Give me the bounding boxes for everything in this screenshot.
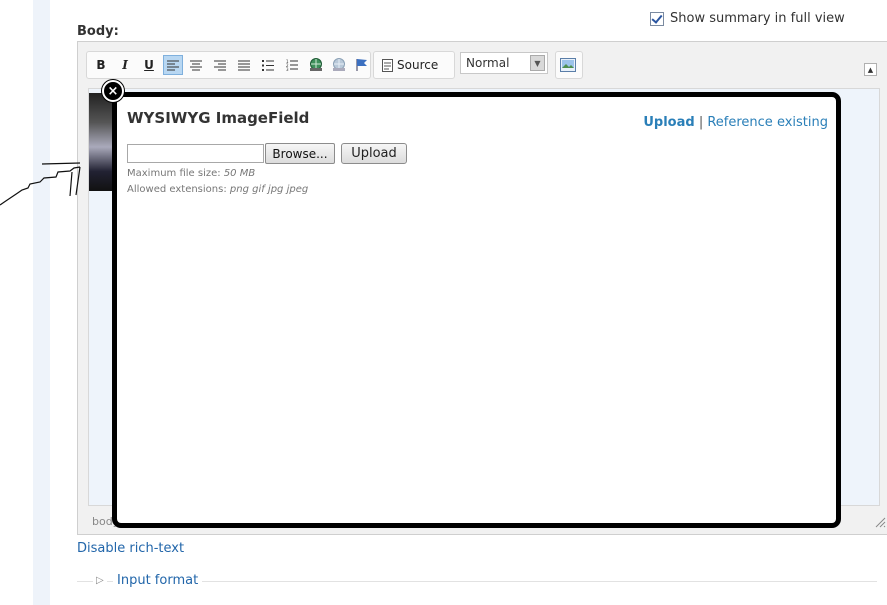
bulleted-list-icon	[262, 59, 274, 71]
max-file-size-help: Maximum file size: 50 MB	[127, 168, 255, 179]
show-summary-label: Show summary in full view	[670, 11, 845, 26]
disable-rich-text-link[interactable]: Disable rich-text	[77, 541, 184, 556]
show-summary-checkbox[interactable]	[650, 11, 664, 26]
align-left-icon	[167, 60, 179, 70]
format-value: Normal	[466, 56, 510, 70]
resize-handle-icon[interactable]	[875, 517, 886, 528]
file-upload-row: Browse... Upload	[127, 143, 407, 164]
underline-button[interactable]: U	[140, 56, 158, 74]
editor-toolbar: B I U 123 Source Normal ▼	[86, 51, 886, 79]
insert-link-button[interactable]	[307, 56, 325, 74]
max-size-value: 50 MB	[223, 168, 256, 179]
max-size-label: Maximum file size:	[127, 168, 221, 179]
source-label: Source	[397, 58, 439, 72]
anchor-button[interactable]	[353, 56, 371, 74]
close-icon: ×	[107, 83, 119, 99]
input-format-label[interactable]: Input format	[113, 573, 203, 588]
source-doc-icon	[382, 58, 393, 72]
extensions-value: png gif jpg jpeg	[229, 184, 309, 195]
numbered-list-icon: 123	[286, 59, 298, 71]
imagefield-dialog: WYSIWYG ImageField Upload | Reference ex…	[112, 92, 841, 528]
align-right-icon	[214, 60, 226, 70]
insert-image-button[interactable]	[559, 56, 577, 74]
browse-button[interactable]: Browse...	[265, 143, 335, 164]
show-summary-option[interactable]: Show summary in full view	[650, 11, 845, 26]
svg-text:3: 3	[286, 67, 289, 71]
justify-button[interactable]	[235, 56, 253, 74]
italic-button[interactable]: I	[116, 56, 134, 74]
align-center-button[interactable]	[187, 56, 205, 74]
dropdown-arrow-icon: ▼	[530, 55, 545, 71]
flag-icon	[356, 59, 367, 71]
justify-icon	[238, 60, 250, 70]
image-icon	[560, 58, 576, 72]
left-rail	[33, 0, 50, 605]
extensions-label: Allowed extensions:	[127, 184, 227, 195]
allowed-extensions-help: Allowed extensions: png gif jpg jpeg	[127, 184, 308, 195]
bold-button[interactable]: B	[92, 56, 110, 74]
input-format-fieldset[interactable]: ▷ Input format	[77, 573, 877, 588]
upload-button[interactable]: Upload	[341, 143, 407, 164]
image-group	[555, 51, 583, 79]
file-path-input[interactable]	[127, 144, 264, 163]
globe-unlink-icon	[333, 58, 345, 71]
upload-tab-link[interactable]: Upload	[643, 115, 694, 130]
dialog-mode-links: Upload | Reference existing	[643, 115, 828, 130]
align-left-button[interactable]	[163, 55, 183, 75]
tab-separator: |	[698, 115, 704, 130]
body-label: Body:	[77, 24, 119, 39]
bulleted-list-button[interactable]	[259, 56, 277, 74]
close-dialog-button[interactable]: ×	[102, 80, 124, 102]
align-right-button[interactable]	[211, 56, 229, 74]
align-center-icon	[190, 60, 202, 70]
globe-link-icon	[310, 58, 322, 71]
source-group: Source	[373, 51, 455, 79]
dialog-title: WYSIWYG ImageField	[127, 109, 310, 127]
expand-triangle-icon[interactable]: ▷	[93, 574, 107, 588]
source-button[interactable]: Source	[382, 56, 438, 74]
hand-drawn-scribble	[0, 162, 81, 206]
collapse-toolbar-button[interactable]: ▲	[864, 63, 877, 76]
reference-existing-link[interactable]: Reference existing	[707, 115, 828, 130]
unlink-button[interactable]	[330, 56, 348, 74]
format-dropdown[interactable]: Normal ▼	[460, 52, 548, 74]
formatting-group: B I U 123	[86, 51, 371, 79]
numbered-list-button[interactable]: 123	[283, 56, 301, 74]
